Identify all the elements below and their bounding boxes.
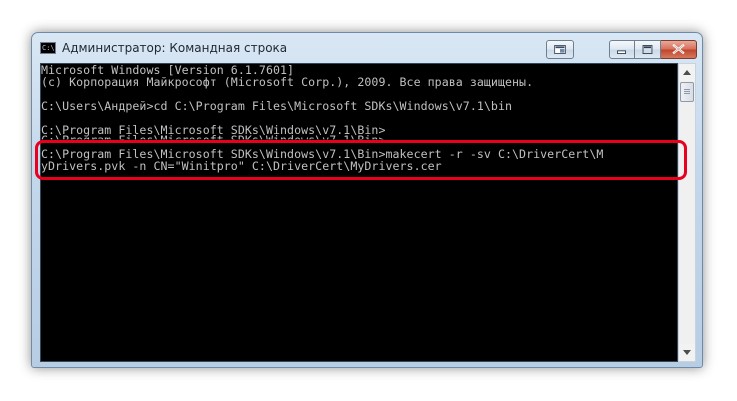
scroll-thumb[interactable] xyxy=(680,82,694,102)
command-highlight-frame xyxy=(35,140,687,180)
arrow-up-icon xyxy=(683,70,691,75)
scroll-up-button[interactable] xyxy=(679,64,695,81)
scroll-down-button[interactable] xyxy=(679,344,695,361)
close-button[interactable] xyxy=(661,40,697,59)
title-bar[interactable]: C:\ Администратор: Командная строка xyxy=(32,33,702,63)
minimize-button[interactable] xyxy=(609,40,635,59)
arrow-down-icon xyxy=(683,350,691,355)
console-window: C:\ Администратор: Командная строка Micr… xyxy=(31,32,703,368)
window-title: Администратор: Командная строка xyxy=(62,41,288,55)
console-icon[interactable]: C:\ xyxy=(40,42,56,54)
maximize-button[interactable] xyxy=(635,40,661,59)
maximize-icon xyxy=(642,45,653,54)
settings-icon xyxy=(554,45,566,54)
grip-icon xyxy=(684,89,690,94)
settings-button[interactable] xyxy=(546,40,574,59)
console-output[interactable]: Microsoft Windows [Version 6.1.7601] (c)… xyxy=(40,63,678,362)
close-icon xyxy=(672,43,685,55)
console-line: C:\Users\Андрей>cd C:\Program Files\Micr… xyxy=(41,99,513,113)
console-line: (c) Корпорация Майкрософт (Microsoft Cor… xyxy=(41,75,534,89)
vertical-scrollbar[interactable] xyxy=(678,63,696,362)
minimize-icon xyxy=(617,50,627,54)
